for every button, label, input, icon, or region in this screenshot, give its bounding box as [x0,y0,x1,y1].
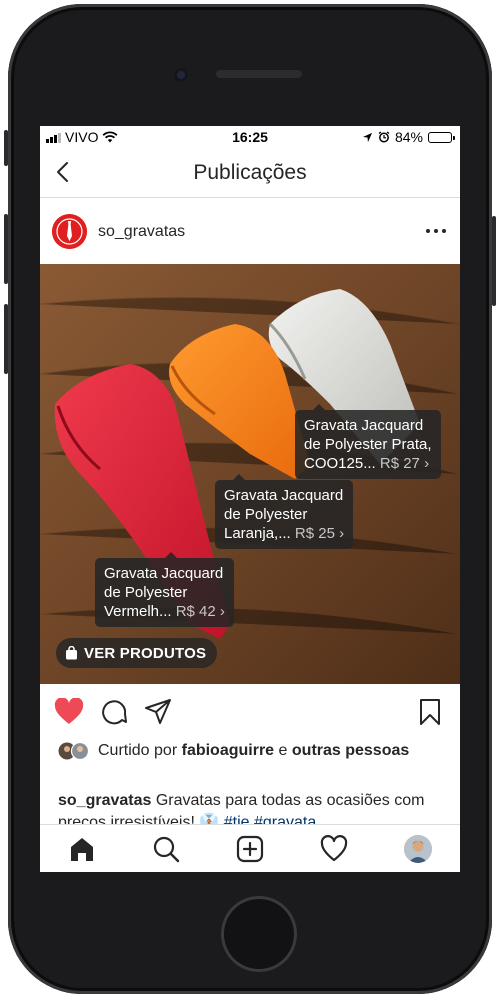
account-avatar[interactable] [52,214,87,249]
nav-header: Publicações [40,148,460,198]
likes-connector: e [278,742,288,759]
product-tag-line: Vermelh... [104,603,172,620]
alarm-icon [378,131,390,143]
product-tag-line: de Polyester [224,506,308,523]
share-icon[interactable] [144,698,172,726]
battery-percent: 84% [394,129,423,145]
post-username[interactable]: so_gravatas [98,223,185,241]
likes-others[interactable]: outras pessoas [292,742,409,759]
more-options-icon[interactable] [424,224,448,238]
home-button[interactable] [221,896,297,972]
product-tag-line: Laranja,... [224,525,291,542]
product-tag-orange[interactable]: Gravata Jacquard de Polyester Laranja,..… [215,474,354,549]
shopping-bag-icon [66,646,77,660]
liker-avatars[interactable] [58,742,92,760]
chevron-right-icon: › [219,603,225,620]
bookmark-icon[interactable] [418,698,442,726]
search-icon[interactable] [152,835,180,863]
post-header: so_gravatas [40,198,460,264]
liker-username[interactable]: fabioaguirre [182,742,274,759]
product-tag-red[interactable]: Gravata Jacquard de Polyester Vermelh...… [95,552,234,627]
front-camera [174,68,188,82]
necktie-emoji-icon: 👔 [199,814,220,824]
volume-down-button [4,304,8,374]
battery-icon [428,131,455,143]
heart-icon[interactable] [54,698,84,726]
view-products-button[interactable]: VER PRODUTOS [56,638,218,668]
bottom-nav [40,824,460,872]
product-tag-line: Gravata Jacquard [224,487,344,504]
product-tag-silver[interactable]: Gravata Jacquard de Polyester Prata, COO… [295,404,441,479]
product-tag-line: de Polyester Prata, [304,436,432,453]
comment-icon[interactable] [100,698,128,726]
caption-hashtags[interactable]: #tie #gravata [224,814,317,824]
status-bar: VIVO 16:25 84% [40,126,460,148]
page-title: Publicações [193,161,307,184]
caption-username[interactable]: so_gravatas [58,792,151,809]
view-products-label: VER PRODUTOS [84,644,207,662]
product-tag-line: de Polyester [104,584,188,601]
earpiece [216,70,302,78]
chevron-right-icon: › [424,455,430,472]
product-tag-line: Gravata Jacquard [104,565,224,582]
post-actions [40,684,460,740]
chevron-right-icon: › [339,525,345,542]
new-post-icon[interactable] [236,835,264,863]
product-tag-line: Gravata Jacquard [304,417,424,434]
status-right: 84% [362,129,455,145]
mute-switch [4,130,8,166]
product-tag-price: R$ 42 [175,603,216,620]
screen: VIVO 16:25 84% Publicações so_gravatas G… [40,126,460,872]
location-icon [362,132,373,142]
likes-prefix: Curtido por [98,742,178,759]
product-tag-price: R$ 27 [379,455,420,472]
profile-avatar-icon[interactable] [404,835,432,863]
home-icon[interactable] [68,835,96,863]
power-button [492,216,496,306]
post-caption: so_gravatas Gravatas para todas as ocasi… [58,790,450,824]
activity-heart-icon[interactable] [320,835,348,863]
volume-up-button [4,214,8,284]
product-tag-price: R$ 25 [294,525,335,542]
likes-text: Curtido por fabioaguirre e outras pessoa… [58,740,448,762]
product-tag-line: COO125... [304,455,376,472]
post-image[interactable]: Gravata Jacquard de Polyester Prata, COO… [40,264,460,684]
likes-row: Curtido por fabioaguirre e outras pessoa… [58,740,448,762]
